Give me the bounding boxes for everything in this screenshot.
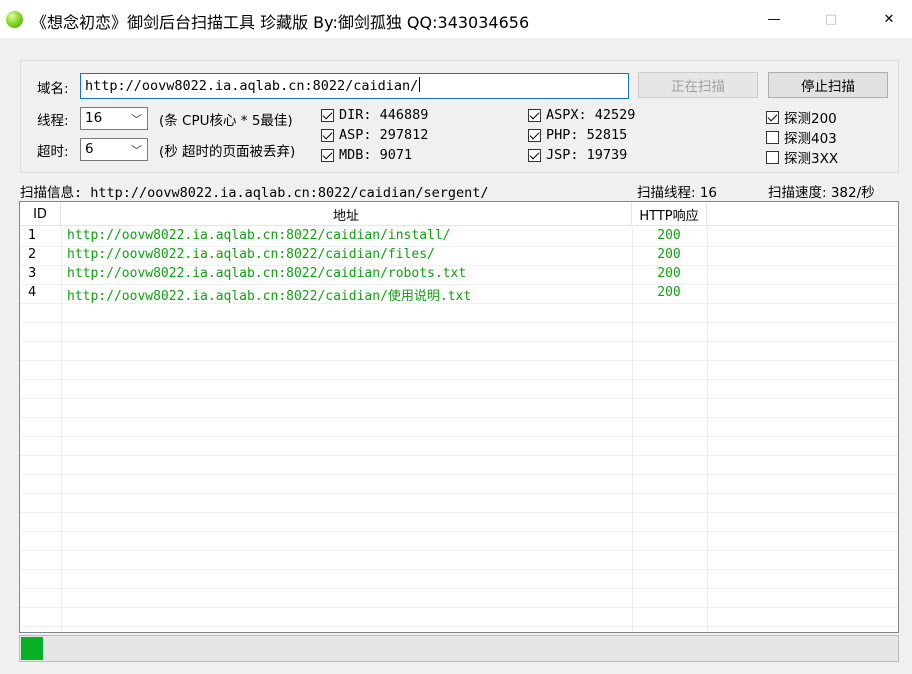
grid-line	[20, 417, 898, 418]
scan-speed-status: 扫描速度: 382/秒	[768, 185, 875, 201]
timeout-value: 6	[85, 141, 94, 157]
threads-label: 线程:	[37, 113, 69, 129]
checkbox-box	[766, 130, 779, 144]
checkbox-box	[528, 108, 541, 122]
stop-scan-button[interactable]: 停止扫描	[768, 72, 888, 98]
grid-line	[20, 550, 898, 551]
probe-200-checkbox[interactable]: 探测200	[766, 107, 837, 127]
checkbox-box	[321, 108, 334, 122]
domain-label: 域名:	[37, 81, 69, 97]
row-code-cell: 200	[657, 247, 681, 262]
grid-line	[20, 512, 898, 513]
probe-3xx-checkbox[interactable]: 探测3XX	[766, 147, 838, 167]
column-header-http[interactable]: HTTP响应	[632, 202, 707, 226]
maximize-button[interactable]: □	[808, 0, 854, 38]
table-row[interactable]: 2 http://oovw8022.ia.aqlab.cn:8022/caidia…	[20, 246, 898, 265]
grid-line	[20, 360, 898, 361]
results-list[interactable]: ID 地址 HTTP响应 1 http://oovw8022.ia.aqlab.c…	[19, 201, 899, 633]
dict-asp-checkbox[interactable]: ASP: 297812	[321, 127, 428, 143]
scan-info-status: 扫描信息: http://oovw8022.ia.aqlab.cn:8022/c…	[20, 185, 489, 201]
row-id-cell: 4	[28, 285, 37, 300]
domain-input-value: http://oovw8022.ia.aqlab.cn:8022/caidian…	[85, 78, 419, 94]
app-icon	[6, 11, 23, 28]
client-area: 域名: http://oovw8022.ia.aqlab.cn:8022/cai…	[0, 38, 912, 674]
timeout-label: 超时:	[37, 144, 69, 160]
minimize-button[interactable]: —	[751, 0, 797, 38]
row-url-cell: http://oovw8022.ia.aqlab.cn:8022/caidian…	[67, 247, 435, 262]
dict-php-checkbox[interactable]: PHP: 52815	[528, 127, 627, 143]
timeout-note: (秒 超时的页面被丢弃)	[159, 144, 296, 160]
window-title: 《想念初恋》御剑后台扫描工具 珍藏版 By:御剑孤独 QQ:343034656	[31, 13, 530, 32]
grid-line	[20, 588, 898, 589]
checkbox-box	[528, 148, 541, 162]
grid-line	[20, 322, 898, 323]
column-header-id[interactable]: ID	[20, 202, 61, 226]
column-header-address[interactable]: 地址	[61, 202, 632, 226]
chevron-down-icon: ﹀	[131, 144, 142, 157]
dict-mdb-checkbox[interactable]: MDB: 9071	[321, 147, 412, 163]
row-url-cell: http://oovw8022.ia.aqlab.cn:8022/caidian…	[67, 228, 451, 243]
config-panel: 域名: http://oovw8022.ia.aqlab.cn:8022/cai…	[20, 60, 899, 173]
row-url-cell: http://oovw8022.ia.aqlab.cn:8022/caidian…	[67, 289, 472, 304]
progress-fill	[21, 637, 43, 660]
table-row[interactable]: 4 http://oovw8022.ia.aqlab.cn:8022/caidia…	[20, 284, 898, 304]
row-code-cell: 200	[657, 285, 681, 300]
grid-line	[20, 398, 898, 399]
dict-dir-checkbox[interactable]: DIR: 446889	[321, 107, 428, 123]
checkbox-box	[528, 128, 541, 142]
checkbox-box	[766, 150, 779, 164]
scan-threads-status: 扫描线程: 16	[637, 185, 718, 201]
row-code-cell: 200	[657, 266, 681, 281]
grid-line	[20, 626, 898, 627]
grid-line	[20, 436, 898, 437]
grid-line	[20, 493, 898, 494]
timeout-select[interactable]: 6 ﹀	[80, 138, 148, 161]
progress-bar	[19, 635, 899, 662]
grid-line	[20, 455, 898, 456]
domain-input[interactable]: http://oovw8022.ia.aqlab.cn:8022/caidian…	[80, 73, 629, 99]
dict-aspx-checkbox[interactable]: ASPX: 42529	[528, 107, 635, 123]
grid-line	[20, 569, 898, 570]
checkbox-box	[321, 128, 334, 142]
grid-line	[20, 531, 898, 532]
row-url-cell: http://oovw8022.ia.aqlab.cn:8022/caidian…	[67, 266, 467, 281]
row-id-cell: 3	[28, 266, 37, 281]
row-id-cell: 1	[28, 228, 37, 243]
checkbox-box	[321, 148, 334, 162]
probe-403-checkbox[interactable]: 探测403	[766, 127, 837, 147]
dict-jsp-checkbox[interactable]: JSP: 19739	[528, 147, 627, 163]
grid-line	[20, 341, 898, 342]
scanning-button[interactable]: 正在扫描	[638, 72, 758, 98]
title-bar: 《想念初恋》御剑后台扫描工具 珍藏版 By:御剑孤独 QQ:343034656 …	[0, 0, 912, 38]
table-row[interactable]: 3 http://oovw8022.ia.aqlab.cn:8022/caidia…	[20, 265, 898, 284]
threads-select[interactable]: 16 ﹀	[80, 107, 148, 130]
list-header: ID 地址 HTTP响应	[20, 202, 898, 226]
grid-line	[20, 474, 898, 475]
chevron-down-icon: ﹀	[131, 113, 142, 126]
grid-line	[20, 379, 898, 380]
table-row[interactable]: 1 http://oovw8022.ia.aqlab.cn:8022/caidia…	[20, 227, 898, 246]
threads-value: 16	[85, 110, 103, 126]
text-caret	[419, 77, 421, 92]
close-button[interactable]: ✕	[866, 0, 912, 38]
row-id-cell: 2	[28, 247, 37, 262]
threads-note: (条 CPU核心 * 5最佳)	[159, 113, 293, 129]
checkbox-box	[766, 110, 779, 124]
grid-line	[20, 607, 898, 608]
row-code-cell: 200	[657, 228, 681, 243]
